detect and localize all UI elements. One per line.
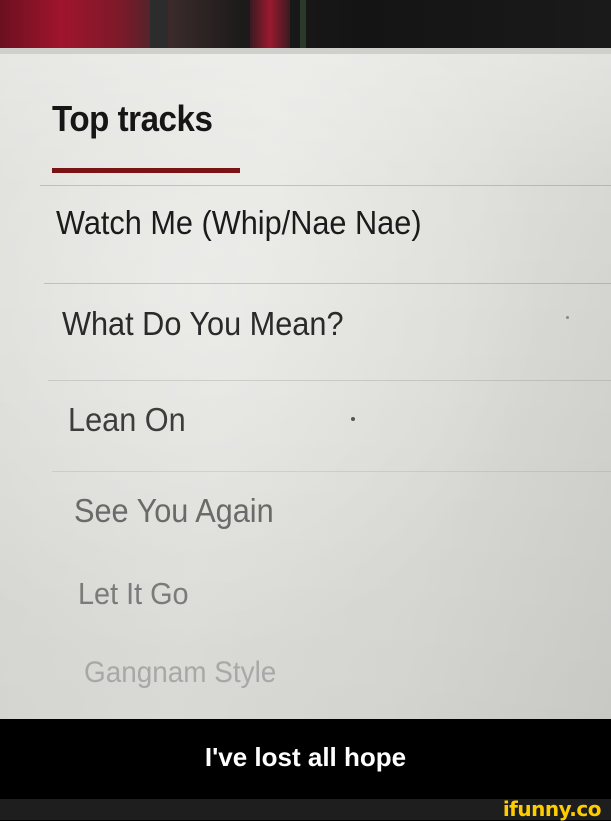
dust-speck [351,417,355,421]
heading-underline [52,168,240,173]
dust-speck [566,316,569,319]
track-item-3[interactable]: Lean On [68,401,186,439]
screen-surface [0,48,611,719]
monitor-photo: Top tracks Watch Me (Whip/Nae Nae) What … [0,0,611,719]
top-tracks-heading: Top tracks [52,98,213,139]
track-item-4[interactable]: See You Again [74,492,274,530]
divider [40,185,611,186]
divider [44,283,611,284]
track-item-6[interactable]: Gangnam Style [84,656,276,690]
photo-top-strip [0,0,611,48]
divider [48,380,611,381]
track-item-5[interactable]: Let It Go [78,576,189,612]
track-item-2[interactable]: What Do You Mean? [62,305,344,343]
meme-caption: I've lost all hope [204,742,407,772]
track-item-1[interactable]: Watch Me (Whip/Nae Nae) [56,204,422,242]
ifunny-logo[interactable]: ifunny.co [503,799,602,820]
divider [52,471,611,472]
